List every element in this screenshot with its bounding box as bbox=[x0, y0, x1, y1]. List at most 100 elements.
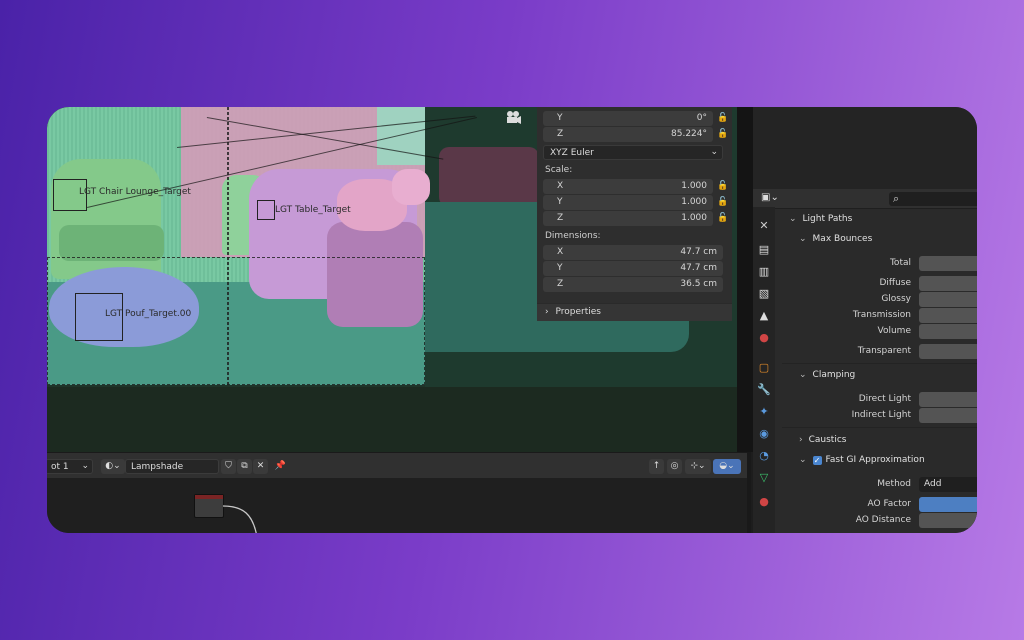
lock-icon[interactable]: 🔓 bbox=[717, 129, 728, 139]
editor-type-icon[interactable]: ▣⌄ bbox=[761, 192, 783, 206]
area-separator[interactable] bbox=[747, 452, 751, 533]
snap-icon[interactable]: ⊹⌄ bbox=[685, 459, 711, 474]
overlay-icon[interactable]: ◎ bbox=[667, 459, 682, 474]
indirect-light-field[interactable] bbox=[919, 408, 977, 423]
max-bounces-subpanel[interactable]: ⌄ Max Bounces bbox=[799, 234, 872, 244]
direct-light-field[interactable] bbox=[919, 392, 977, 407]
scale-x-field[interactable]: X 1.000 bbox=[543, 179, 713, 194]
dimension-z-field[interactable]: Z 36.5 cm bbox=[543, 277, 723, 292]
view-layer-tab-icon[interactable]: ▧ bbox=[757, 287, 771, 301]
properties-tabs: ✕ ▤ ▥ ▧ ▲ ● ▢ 🔧 ✦ ◉ ◔ ▽ ● bbox=[753, 207, 775, 533]
lock-icon[interactable]: 🔓 bbox=[717, 113, 728, 123]
glossy-field[interactable] bbox=[919, 292, 977, 307]
shader-node[interactable] bbox=[194, 494, 224, 518]
camera-icon[interactable] bbox=[505, 110, 523, 124]
rotation-y-field[interactable]: Y 0° bbox=[543, 111, 713, 126]
lock-icon[interactable]: 🔓 bbox=[717, 181, 728, 191]
world-tab-icon[interactable]: ● bbox=[757, 331, 771, 345]
target-box bbox=[257, 200, 275, 220]
viewport-label: LGT Table_Target bbox=[275, 205, 351, 215]
rotation-mode-select[interactable]: XYZ Euler ⌄ bbox=[543, 145, 723, 160]
node-editor-header: ot 1 ⌄ ◐⌄ Lampshade ⛉ ⧉ ✕ 📌 ↑ ◎ ⊹⌄ ◒⌄ bbox=[47, 452, 747, 478]
transform-panel: Y 0° 🔓 Z 85.224° 🔓 XYZ Euler ⌄ Scale: X … bbox=[537, 107, 732, 321]
method-select[interactable]: Add bbox=[919, 477, 977, 492]
transparent-field[interactable] bbox=[919, 344, 977, 359]
lock-icon[interactable]: 🔓 bbox=[717, 213, 728, 223]
dimension-y-field[interactable]: Y 47.7 cm bbox=[543, 261, 723, 276]
transmission-label: Transmission bbox=[852, 310, 911, 320]
fast-gi-subpanel[interactable]: ⌄ ✓ Fast GI Approximation bbox=[799, 455, 925, 465]
node-editor-canvas[interactable] bbox=[47, 478, 747, 533]
glossy-label: Glossy bbox=[881, 294, 911, 304]
properties-header: ▣⌄ ⌕ bbox=[753, 189, 977, 209]
direct-light-label: Direct Light bbox=[858, 394, 911, 404]
material-slot-select[interactable]: ot 1 ⌄ bbox=[47, 459, 93, 474]
particles-tab-icon[interactable]: ✦ bbox=[757, 405, 771, 419]
material-tab-icon[interactable]: ● bbox=[757, 495, 771, 509]
chair-seat bbox=[59, 225, 164, 261]
method-label: Method bbox=[877, 479, 911, 489]
dimensions-caption: Dimensions: bbox=[545, 231, 601, 241]
scale-z-field[interactable]: Z 1.000 bbox=[543, 211, 713, 226]
ao-distance-label: AO Distance bbox=[855, 515, 911, 525]
close-icon[interactable]: ✕ bbox=[253, 459, 268, 474]
ao-factor-label: AO Factor bbox=[867, 499, 912, 509]
viewport-label: LGT Chair Lounge_Target bbox=[79, 187, 191, 197]
total-field[interactable] bbox=[919, 256, 977, 271]
data-tab-icon[interactable]: ▽ bbox=[757, 471, 771, 485]
chevron-right-icon: › bbox=[545, 307, 549, 317]
indirect-light-label: Indirect Light bbox=[851, 410, 911, 420]
tool-tab-icon[interactable]: ✕ bbox=[757, 219, 771, 233]
area-separator[interactable] bbox=[737, 107, 753, 452]
checkbox-icon[interactable]: ✓ bbox=[812, 456, 822, 465]
transmission-field[interactable] bbox=[919, 308, 977, 323]
viewport-label: LGT Pouf_Target.00 bbox=[105, 309, 192, 319]
volume-label: Volume bbox=[877, 326, 911, 336]
3d-viewport[interactable]: LGT Chair Lounge_Target LGT Table_Target… bbox=[47, 107, 737, 452]
copy-icon[interactable]: ⧉ bbox=[237, 459, 252, 474]
transparent-label: Transparent bbox=[857, 346, 911, 356]
material-browse-icon[interactable]: ◐⌄ bbox=[101, 459, 125, 474]
chevron-right-icon: › bbox=[799, 435, 803, 445]
physics-tab-icon[interactable]: ◉ bbox=[757, 427, 771, 441]
output-tab-icon[interactable]: ▥ bbox=[757, 265, 771, 279]
chevron-down-icon: ⌄ bbox=[789, 214, 797, 224]
blender-window: LGT Chair Lounge_Target LGT Table_Target… bbox=[47, 107, 977, 533]
constraints-tab-icon[interactable]: ◔ bbox=[757, 449, 771, 463]
chevron-down-icon: ⌄ bbox=[81, 461, 89, 471]
render-tab-icon[interactable]: ▤ bbox=[757, 243, 771, 257]
shield-icon[interactable]: ⛉ bbox=[221, 459, 236, 474]
light-paths-panel[interactable]: ⌄ Light Paths bbox=[789, 214, 852, 224]
volume-field[interactable] bbox=[919, 324, 977, 339]
divider bbox=[782, 363, 977, 364]
pillow-small bbox=[392, 169, 430, 205]
view-mode-icon[interactable]: ◒⌄ bbox=[713, 459, 741, 474]
properties-subpanel[interactable]: › Properties bbox=[537, 303, 732, 321]
scale-caption: Scale: bbox=[545, 165, 573, 175]
chevron-down-icon: ⌄ bbox=[799, 234, 807, 244]
rotation-z-field[interactable]: Z 85.224° bbox=[543, 127, 713, 142]
sofa-dark-cushion bbox=[439, 147, 539, 207]
lock-icon[interactable]: 🔓 bbox=[717, 197, 728, 207]
viewport-window bbox=[377, 107, 425, 165]
scale-y-field[interactable]: Y 1.000 bbox=[543, 195, 713, 210]
dimension-x-field[interactable]: X 47.7 cm bbox=[543, 245, 723, 260]
clamping-subpanel[interactable]: ⌄ Clamping bbox=[799, 370, 855, 380]
diffuse-label: Diffuse bbox=[879, 278, 911, 288]
outliner-area bbox=[753, 107, 977, 189]
node-link bbox=[223, 505, 257, 533]
material-name-field[interactable]: Lampshade bbox=[125, 459, 219, 474]
search-icon: ⌕ bbox=[893, 192, 900, 205]
caustics-subpanel[interactable]: › Caustics bbox=[799, 435, 846, 445]
guide-line bbox=[227, 107, 229, 385]
object-tab-icon[interactable]: ▢ bbox=[757, 361, 771, 375]
ao-distance-field[interactable] bbox=[919, 513, 977, 528]
scene-tab-icon[interactable]: ▲ bbox=[757, 309, 771, 323]
chevron-down-icon: ⌄ bbox=[799, 370, 807, 380]
divider bbox=[782, 427, 977, 428]
pin-icon[interactable]: 📌 bbox=[273, 459, 288, 474]
diffuse-field[interactable] bbox=[919, 276, 977, 291]
modifier-tab-icon[interactable]: 🔧 bbox=[757, 383, 771, 397]
ao-factor-slider[interactable] bbox=[919, 497, 977, 512]
parent-node-icon[interactable]: ↑ bbox=[649, 459, 664, 474]
